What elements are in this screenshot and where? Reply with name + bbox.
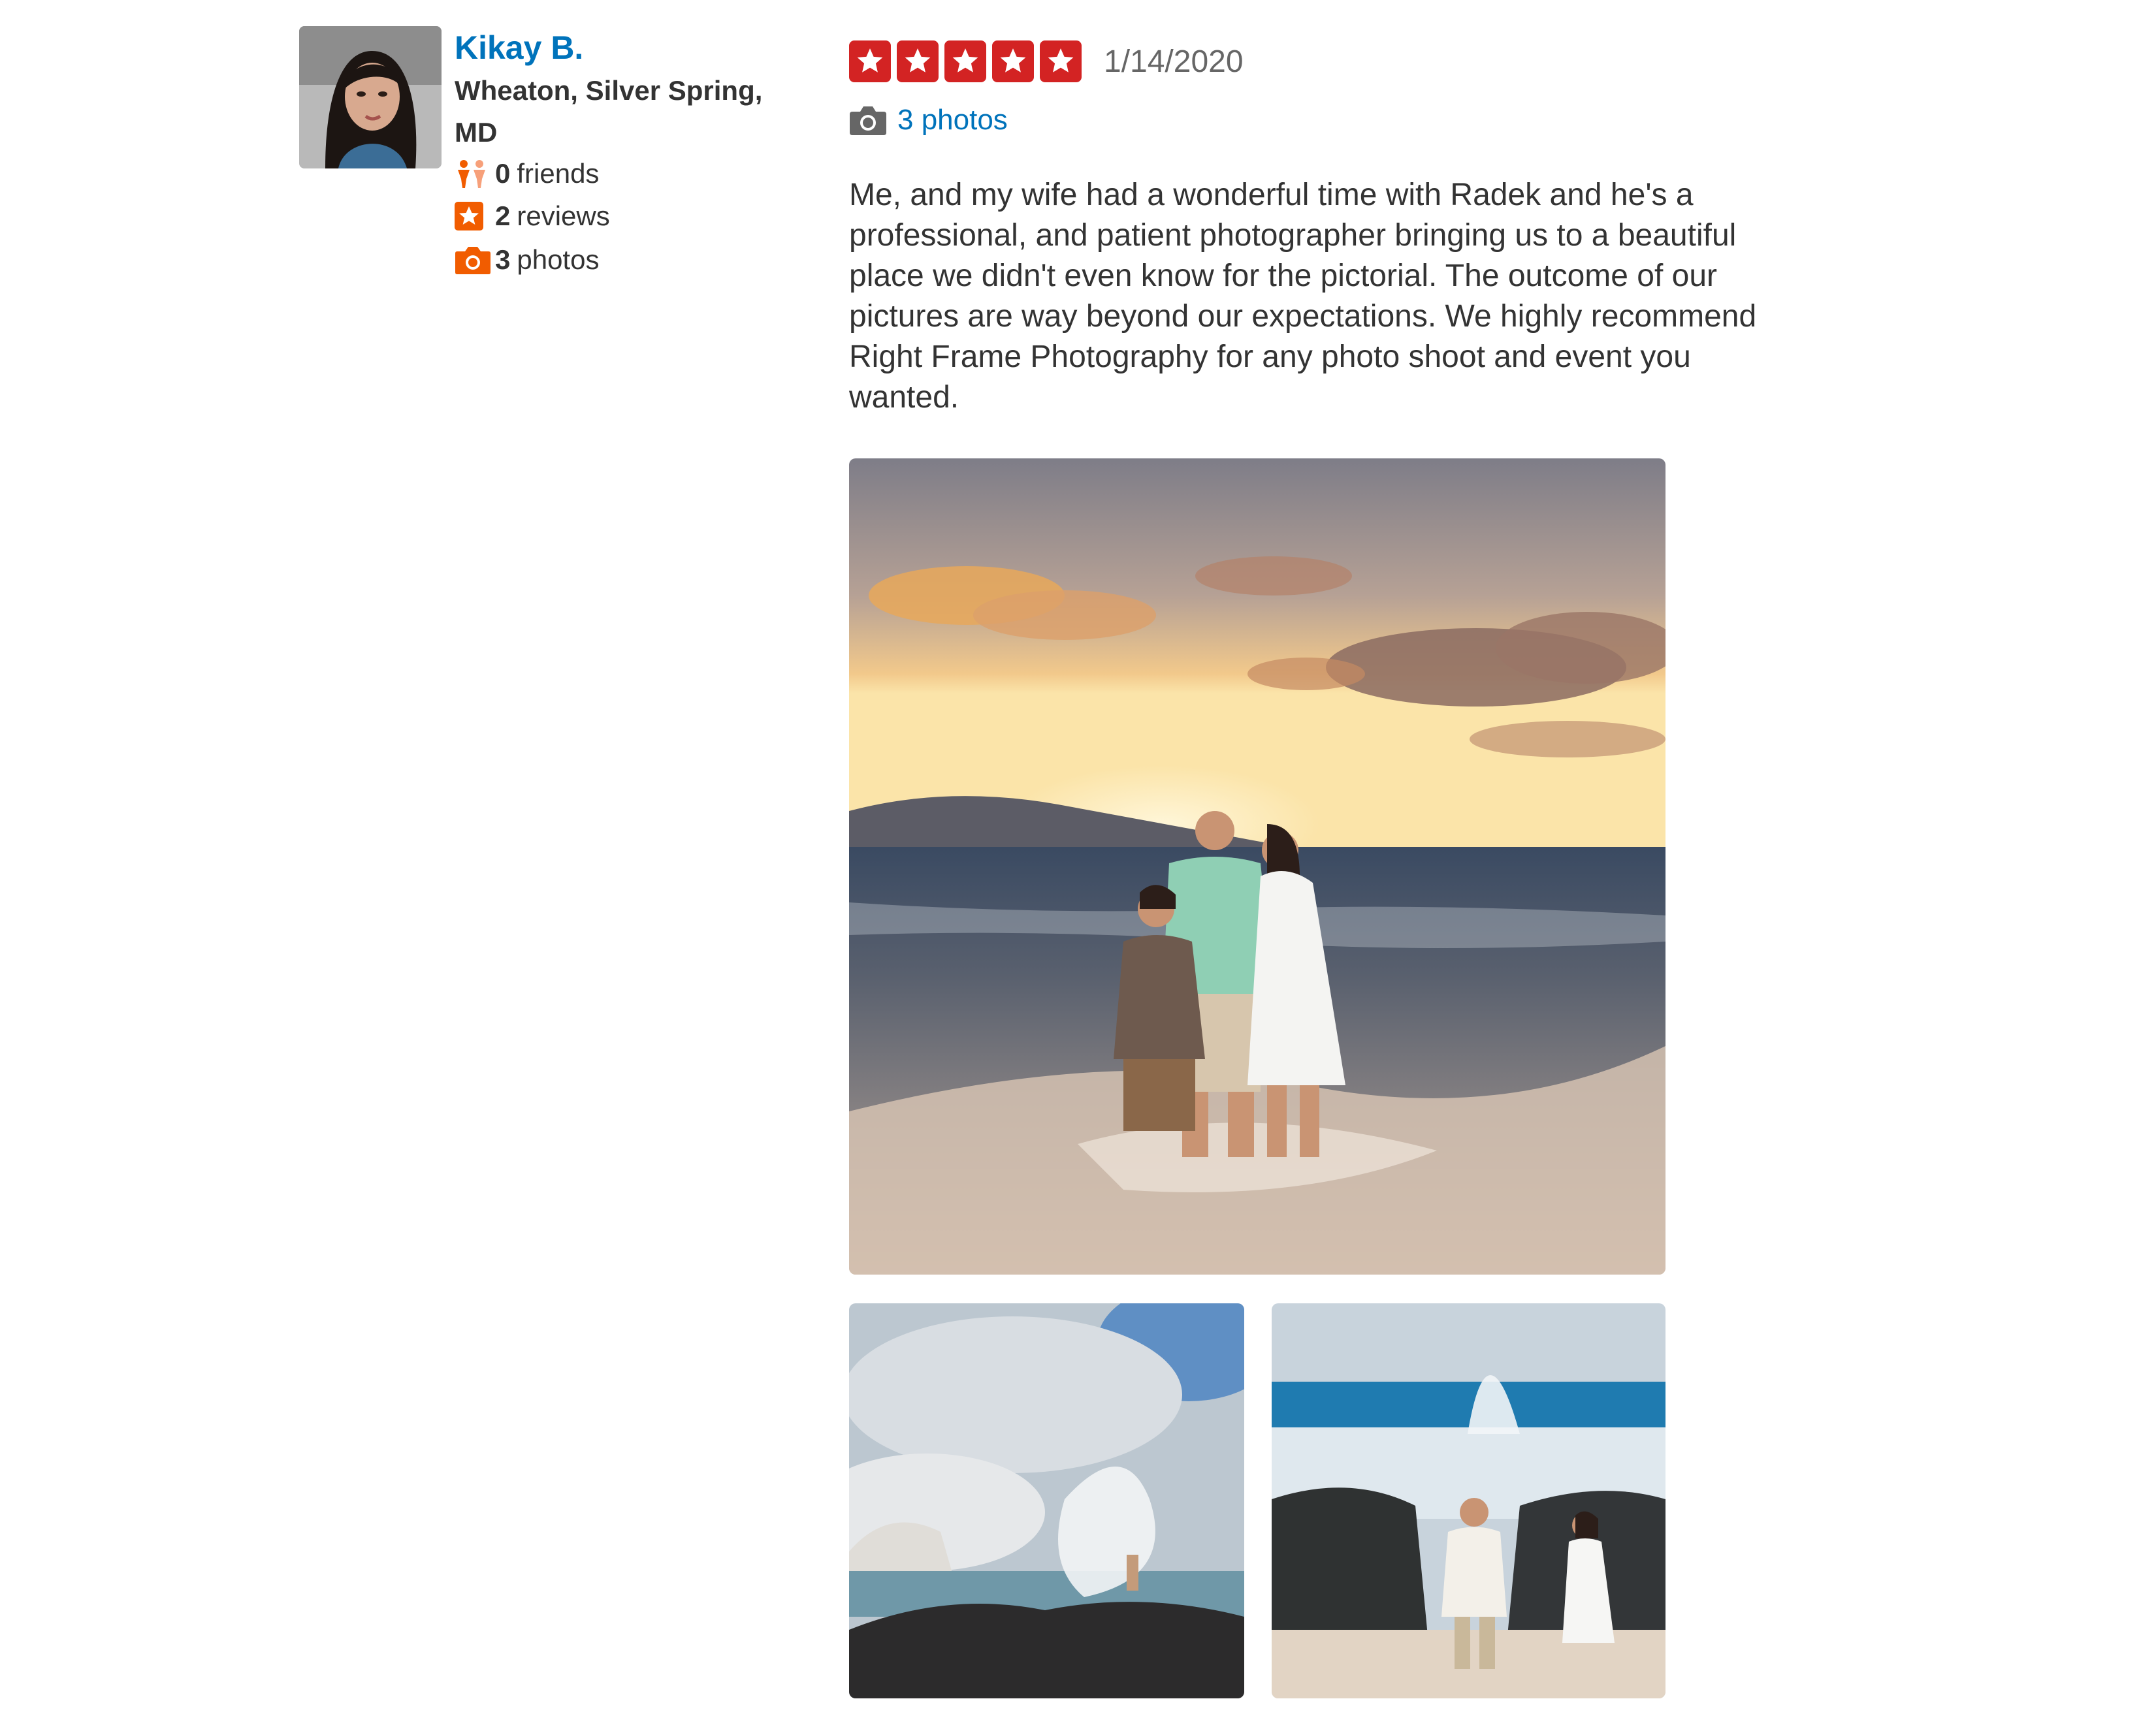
star-icon <box>897 40 939 82</box>
friends-count: 0 friends <box>455 154 599 193</box>
friends-label: friends <box>517 158 600 189</box>
wave-rock-photo <box>849 1303 1244 1698</box>
avatar-photo <box>299 26 442 168</box>
user-avatar[interactable] <box>299 26 442 168</box>
photos-count-value: 3 <box>495 244 511 275</box>
photos-link-label: 3 photos <box>897 104 1008 136</box>
review-date: 1/14/2020 <box>1104 44 1244 79</box>
star-icon <box>992 40 1034 82</box>
review-photos-link[interactable]: 3 photos <box>849 99 1008 141</box>
beach-sunset-family-photo <box>849 458 1665 1275</box>
review-photo-right[interactable] <box>1272 1303 1665 1698</box>
star-icon <box>1040 40 1082 82</box>
photos-count: 3 photos <box>455 240 599 279</box>
review-text: Me, and my wife had a wonderful time wit… <box>849 178 1757 415</box>
user-location: Wheaton, Silver Spring, MD <box>455 75 763 148</box>
photos-label: photos <box>517 244 600 275</box>
review-photo-left[interactable] <box>849 1303 1244 1698</box>
star-icon <box>944 40 986 82</box>
couple-beach-photo <box>1272 1303 1665 1698</box>
review-star-icon <box>455 197 495 236</box>
friends-icon <box>455 154 495 193</box>
reviews-count-value: 2 <box>495 200 511 231</box>
camera-icon <box>455 240 495 279</box>
review-photo-main[interactable] <box>849 458 1665 1275</box>
star-icon <box>849 40 891 82</box>
camera-icon <box>850 106 886 135</box>
user-name-link[interactable]: Kikay B. <box>455 26 583 69</box>
star-rating <box>849 40 1082 82</box>
reviews-label: reviews <box>517 200 610 231</box>
reviews-count: 2 reviews <box>455 197 610 236</box>
friends-count-value: 0 <box>495 158 511 189</box>
